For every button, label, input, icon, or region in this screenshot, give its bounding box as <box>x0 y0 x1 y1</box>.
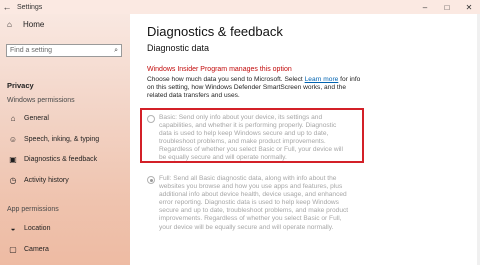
history-icon: ◷ <box>9 175 17 185</box>
section-app-permissions: App permissions <box>7 206 59 213</box>
sidebar-category: Privacy <box>7 81 34 90</box>
sidebar-item-location[interactable]: ◒ Location <box>0 221 130 235</box>
sidebar-item-label: Camera <box>24 245 49 253</box>
sidebar-home[interactable]: ⌂ Home <box>7 20 44 29</box>
page-title: Diagnostics & feedback <box>147 24 283 39</box>
section-windows-permissions: Windows permissions <box>7 97 75 104</box>
sidebar-item-activity-history[interactable]: ◷ Activity history <box>0 173 130 187</box>
sidebar-item-label: General <box>24 114 49 122</box>
lock-icon: ⌂ <box>10 113 16 123</box>
description-text: Choose how much data you send to Microso… <box>147 76 362 100</box>
sidebar-item-label: Speech, inking, & typing <box>24 135 100 143</box>
location-icon: ◒ <box>10 223 16 233</box>
sidebar-item-speech[interactable]: ☺ Speech, inking, & typing <box>0 132 130 146</box>
full-radio[interactable] <box>147 176 155 184</box>
managed-notice: Windows Insider Program manages this opt… <box>147 66 292 73</box>
learn-more-link[interactable]: Learn more <box>305 76 339 83</box>
maximize-icon: □ <box>444 2 450 12</box>
close-button[interactable]: ✕ <box>458 0 480 14</box>
settings-window: ← Settings – □ ✕ ⌂ Home Find a setting ⌕… <box>0 0 480 265</box>
description-before-link: Choose how much data you send to Microso… <box>147 76 305 83</box>
sidebar-item-camera[interactable]: ▢ Camera <box>0 242 130 256</box>
window-controls: – □ ✕ <box>414 0 480 14</box>
sidebar-item-label: Activity history <box>24 176 69 184</box>
main-pane: Diagnostics & feedback Diagnostic data W… <box>130 14 480 265</box>
title-bar: ← Settings – □ ✕ <box>0 0 480 14</box>
diagnostics-icon: ▣ <box>9 154 17 164</box>
close-icon: ✕ <box>465 2 473 12</box>
maximize-button[interactable]: □ <box>436 0 458 14</box>
sidebar-item-diagnostics[interactable]: ▣ Diagnostics & feedback <box>0 152 130 166</box>
search-input[interactable]: Find a setting ⌕ <box>6 44 122 57</box>
section-title: Diagnostic data <box>147 43 210 53</box>
basic-option-text: Basic: Send only info about your device,… <box>159 114 343 162</box>
window-title: Settings <box>17 3 43 11</box>
sidebar-item-label: Location <box>24 224 51 232</box>
basic-option[interactable]: Basic: Send only info about your device,… <box>147 114 349 163</box>
search-placeholder: Find a setting <box>10 47 53 54</box>
camera-icon: ▢ <box>9 244 17 254</box>
sidebar-item-general[interactable]: ⌂ General <box>0 111 130 125</box>
home-icon: ⌂ <box>7 20 12 29</box>
basic-radio[interactable] <box>147 115 155 123</box>
search-icon: ⌕ <box>114 46 118 54</box>
sidebar-item-label: Diagnostics & feedback <box>24 155 98 163</box>
sidebar-home-label: Home <box>23 20 45 29</box>
minimize-icon: – <box>422 2 428 12</box>
full-option-text: Full: Send all Basic diagnostic data, al… <box>159 175 349 231</box>
back-arrow-icon: ← <box>2 2 12 12</box>
full-option[interactable]: Full: Send all Basic diagnostic data, al… <box>147 175 349 232</box>
minimize-button[interactable]: – <box>414 0 436 14</box>
back-button[interactable]: ← <box>0 0 14 14</box>
sidebar: ⌂ Home Find a setting ⌕ Privacy Windows … <box>0 14 130 265</box>
person-icon: ☺ <box>8 134 18 144</box>
